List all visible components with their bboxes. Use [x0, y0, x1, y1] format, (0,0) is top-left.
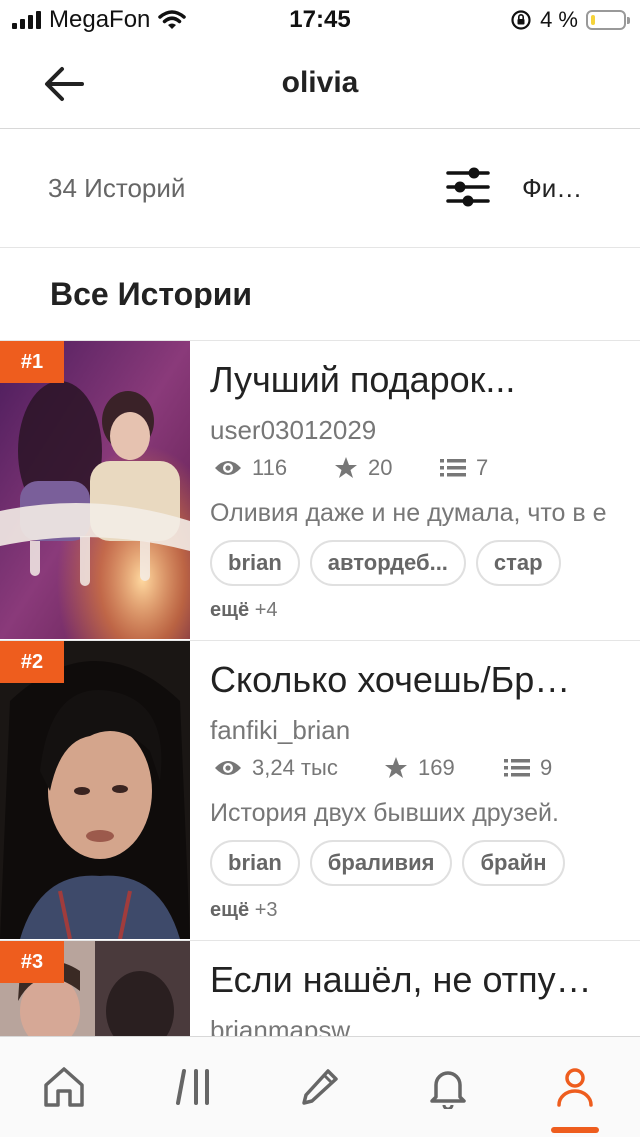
tag-chip[interactable]: брайн — [462, 840, 565, 886]
story-title[interactable]: Лучший подарок... — [210, 359, 630, 401]
active-tab-indicator — [551, 1127, 599, 1133]
more-count: +3 — [254, 899, 278, 921]
cover-image — [0, 341, 190, 639]
sliders-icon — [446, 167, 490, 207]
parts-count: 9 — [540, 755, 553, 780]
parts-list-icon — [504, 759, 530, 777]
parts-list-icon — [440, 459, 466, 477]
more-tags-link[interactable]: ещё +4 — [210, 599, 278, 622]
filter-button[interactable] — [446, 165, 490, 209]
story-title[interactable]: Сколько хочешь/Бр… — [210, 659, 630, 701]
more-label: ещё — [210, 599, 250, 621]
story-cover[interactable]: #2 — [0, 641, 190, 939]
tag-chip[interactable]: автордеб... — [309, 540, 466, 586]
reads-count: 116 — [252, 455, 288, 480]
story-stats: 116 20 7 — [214, 455, 488, 481]
tab-library[interactable] — [162, 1059, 226, 1115]
status-bar: MegaFon 17:45 4 % — [0, 0, 640, 40]
tab-notifications[interactable] — [416, 1059, 480, 1115]
battery-icon — [586, 10, 630, 30]
header: olivia — [0, 40, 640, 129]
reads-count: 3,24 тыс — [252, 755, 338, 780]
battery-percent: 4 % — [540, 7, 578, 32]
parts-count: 7 — [476, 455, 489, 480]
star-icon — [385, 757, 407, 778]
eye-icon — [215, 761, 241, 775]
story-item[interactable]: #3 Если нашёл, не отпу… brianmapsw — [0, 940, 640, 1037]
more-count: +4 — [254, 599, 278, 621]
filter-row: 34 Историй Фи… — [0, 129, 640, 248]
story-tags: brian браливия брайн — [210, 840, 565, 886]
rank-badge: #1 — [0, 341, 64, 383]
tag-chip[interactable]: стар — [475, 540, 561, 586]
story-item[interactable]: #1 Лучший подарок... user03012029 116 20… — [0, 340, 640, 641]
page-title: olivia — [281, 66, 359, 99]
story-author[interactable]: user03012029 — [210, 415, 376, 446]
tab-write[interactable] — [288, 1059, 352, 1115]
library-icon — [176, 1069, 209, 1105]
stories-count: 34 Историй — [48, 173, 186, 203]
votes-count: 20 — [368, 455, 393, 480]
story-description: История двух бывших друзей. — [210, 799, 559, 827]
profile-icon — [557, 1068, 593, 1107]
votes-count: 169 — [418, 755, 455, 780]
tab-home[interactable] — [32, 1059, 96, 1115]
star-icon — [335, 457, 357, 478]
section-title: Все Истории — [50, 276, 253, 308]
tab-profile[interactable] — [543, 1059, 607, 1115]
story-item[interactable]: #2 Сколько хочешь/Бр… fanfiki_brian 3,24… — [0, 640, 640, 941]
write-icon — [302, 1069, 338, 1105]
more-label: ещё — [210, 899, 250, 921]
story-description: Оливия даже и не думала, что в е — [210, 499, 607, 527]
home-icon — [44, 1067, 84, 1107]
story-cover[interactable]: #3 — [0, 941, 190, 1037]
tag-chip[interactable]: brian — [210, 540, 300, 586]
eye-icon — [215, 461, 241, 475]
more-tags-link[interactable]: ещё +3 — [210, 899, 278, 922]
story-tags: brian автордеб... стар — [210, 540, 561, 586]
story-cover[interactable]: #1 — [0, 341, 190, 639]
rank-badge: #2 — [0, 641, 64, 683]
tag-chip[interactable]: браливия — [309, 840, 453, 886]
notifications-icon — [430, 1071, 466, 1109]
filter-label[interactable]: Фи… — [522, 173, 582, 204]
story-author[interactable]: fanfiki_brian — [210, 715, 350, 746]
rank-badge: #3 — [0, 941, 64, 983]
story-author[interactable]: brianmapsw — [210, 1015, 350, 1037]
orientation-lock-icon — [511, 10, 531, 30]
story-title[interactable]: Если нашёл, не отпу… — [210, 959, 630, 1001]
story-stats: 3,24 тыс 169 9 — [214, 755, 552, 781]
tab-bar — [0, 1036, 640, 1137]
cover-image — [0, 641, 190, 939]
tag-chip[interactable]: brian — [210, 840, 300, 886]
